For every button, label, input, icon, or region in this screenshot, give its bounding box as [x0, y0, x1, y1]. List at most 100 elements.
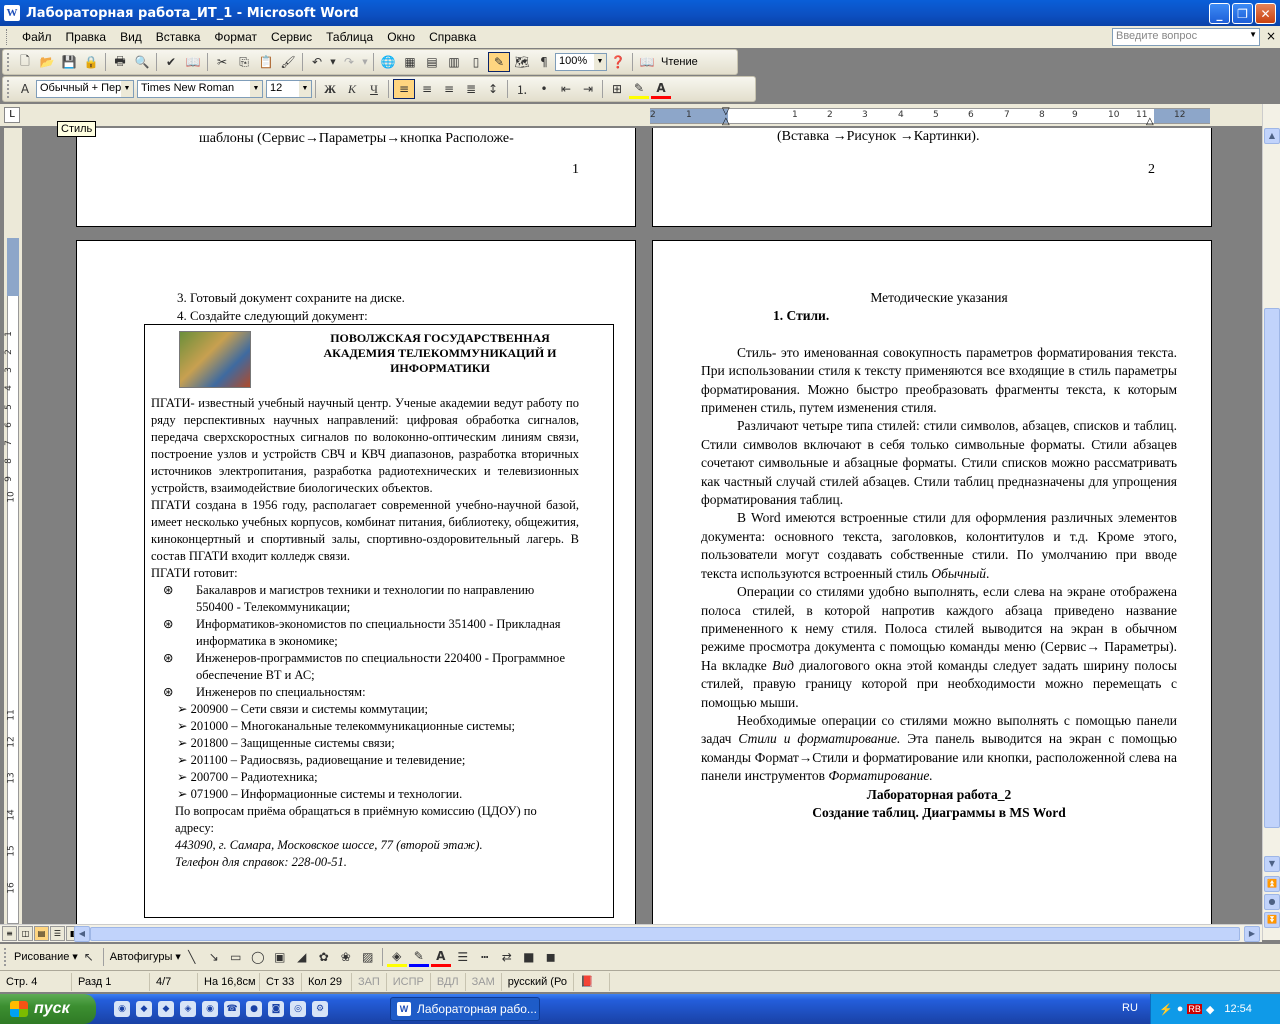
scroll-up-icon[interactable]: ▲: [1264, 128, 1280, 144]
numbering-icon[interactable]: ⒈: [512, 79, 532, 99]
quicklaunch-app-icon[interactable]: ◎: [290, 1001, 306, 1017]
insert-table-icon[interactable]: ▤: [422, 52, 442, 72]
borders-icon[interactable]: ⊞: [607, 79, 627, 99]
quicklaunch-app-icon[interactable]: ◉: [202, 1001, 218, 1017]
minimize-button[interactable]: _: [1209, 3, 1230, 24]
redo-icon[interactable]: ↷: [339, 52, 359, 72]
font-combo[interactable]: Times New Roman ▼: [137, 80, 263, 98]
close-button[interactable]: ✕: [1255, 3, 1276, 24]
start-button[interactable]: пуск: [0, 994, 96, 1024]
prev-page-icon[interactable]: ⏫: [1264, 876, 1280, 892]
status-extend[interactable]: ВДЛ: [431, 972, 466, 991]
horizontal-ruler[interactable]: 2 1 1 2 3 4 5 6 7 8 9 10 11 12 ▽ △ △: [650, 106, 1210, 127]
status-language[interactable]: русский (Ро: [502, 972, 574, 991]
select-objects-icon[interactable]: ↖: [79, 947, 99, 967]
redo-dropdown-icon[interactable]: ▼: [361, 52, 369, 72]
tray-icon[interactable]: ⚡: [1159, 1003, 1173, 1016]
status-track[interactable]: ИСПР: [387, 972, 431, 991]
horizontal-scrollbar[interactable]: ≡ ◫ ▤ ☰ ◧ ◀ ▶: [0, 924, 1262, 942]
menu-tools[interactable]: Сервис: [264, 28, 319, 46]
line-spacing-icon[interactable]: ↕: [483, 79, 503, 99]
print-preview-icon[interactable]: 🔍: [132, 52, 152, 72]
font-color-draw-icon[interactable]: A: [430, 947, 451, 967]
web-view-icon[interactable]: ◫: [18, 926, 33, 941]
dash-style-icon[interactable]: ┅: [475, 947, 495, 967]
zoom-dropdown-icon[interactable]: ▼: [594, 54, 606, 70]
maximize-button[interactable]: ❐: [1232, 3, 1253, 24]
cut-icon[interactable]: ✂: [212, 52, 232, 72]
right-indent-icon[interactable]: △: [1146, 116, 1154, 127]
document-area[interactable]: шаблоны (Сервис→Параметры→кнопка Располо…: [24, 128, 1262, 924]
print-icon[interactable]: 🖶: [110, 52, 130, 72]
save-icon[interactable]: 💾: [59, 52, 79, 72]
quicklaunch-app-icon[interactable]: ◙: [268, 1001, 284, 1017]
help-icon[interactable]: ❓: [608, 52, 628, 72]
arrow-icon[interactable]: ↘: [204, 947, 224, 967]
vertical-scroll-thumb[interactable]: [1264, 308, 1280, 828]
quicklaunch-app-icon[interactable]: ◆: [158, 1001, 174, 1017]
scroll-right-icon[interactable]: ▶: [1244, 926, 1260, 942]
highlight-icon[interactable]: ✎: [629, 79, 649, 99]
arrow-style-icon[interactable]: ⇄: [497, 947, 517, 967]
browse-object-icon[interactable]: ●: [1264, 894, 1280, 910]
rectangle-icon[interactable]: ▭: [226, 947, 246, 967]
toolbar-grip[interactable]: [4, 948, 7, 966]
justify-icon[interactable]: ≣: [461, 79, 481, 99]
wordart-icon[interactable]: ◢: [292, 947, 312, 967]
styles-formatting-icon[interactable]: A: [15, 79, 35, 99]
picture-icon[interactable]: ▨: [358, 947, 378, 967]
vertical-scrollbar[interactable]: ▲ ▼ ⏫ ● ⏬: [1262, 104, 1280, 940]
hanging-indent-icon[interactable]: △: [722, 116, 730, 127]
tab-selector-icon[interactable]: L: [4, 107, 20, 123]
hyperlink-icon[interactable]: 🌐: [378, 52, 398, 72]
size-dropdown-icon[interactable]: ▼: [299, 81, 311, 97]
quicklaunch-app-icon[interactable]: ⚙: [312, 1001, 328, 1017]
document-close-icon[interactable]: ×: [1266, 29, 1276, 43]
columns-icon[interactable]: ▯: [466, 52, 486, 72]
line-color-icon[interactable]: ✎: [408, 947, 429, 967]
drawing-icon[interactable]: ✎: [488, 52, 510, 72]
line-icon[interactable]: ╲: [182, 947, 202, 967]
read-icon[interactable]: 📖: [637, 52, 657, 72]
quicklaunch-app-icon[interactable]: ●: [246, 1001, 262, 1017]
taskbar-word-button[interactable]: W Лабораторная рабо...: [390, 997, 540, 1021]
autoshapes-dropdown-icon[interactable]: ▼: [175, 953, 180, 961]
menu-file[interactable]: Файл: [15, 28, 59, 46]
toolbar-grip[interactable]: [7, 80, 10, 98]
scroll-left-icon[interactable]: ◀: [74, 926, 90, 942]
page-3[interactable]: 3. Готовый документ сохраните на диске. …: [76, 240, 636, 924]
language-indicator[interactable]: RU: [1122, 1002, 1138, 1014]
page-4[interactable]: Методические указания 1. Стили. Стиль- э…: [652, 240, 1212, 924]
style-combo[interactable]: Обычный + Пер ▼: [36, 80, 134, 98]
shadow-icon[interactable]: ■: [519, 947, 539, 967]
3d-icon[interactable]: ◼: [541, 947, 561, 967]
word-app-icon[interactable]: W: [4, 5, 20, 21]
undo-dropdown-icon[interactable]: ▼: [329, 52, 337, 72]
fill-color-icon[interactable]: ◈: [386, 947, 407, 967]
quicklaunch-app-icon[interactable]: ◆: [136, 1001, 152, 1017]
quicklaunch-app-icon[interactable]: ◈: [180, 1001, 196, 1017]
quicklaunch-app-icon[interactable]: ☎: [224, 1001, 240, 1017]
paste-icon[interactable]: 📋: [256, 52, 276, 72]
read-button[interactable]: Чтение: [658, 56, 701, 68]
menu-window[interactable]: Окно: [380, 28, 422, 46]
show-hide-icon[interactable]: ¶: [534, 52, 554, 72]
draw-menu-button[interactable]: Рисование: [11, 951, 72, 963]
align-center-icon[interactable]: ≡: [417, 79, 437, 99]
document-map-icon[interactable]: 🗺: [512, 52, 532, 72]
menu-table[interactable]: Таблица: [319, 28, 380, 46]
scroll-down-icon[interactable]: ▼: [1264, 856, 1280, 872]
autoshapes-button[interactable]: Автофигуры: [107, 951, 176, 963]
tray-icon[interactable]: RB: [1187, 1004, 1202, 1014]
toolbar-grip[interactable]: [7, 53, 10, 71]
align-left-icon[interactable]: ≡: [393, 79, 415, 99]
font-dropdown-icon[interactable]: ▼: [250, 81, 262, 97]
status-overtype[interactable]: ЗАМ: [466, 972, 502, 991]
bullets-icon[interactable]: •: [534, 79, 554, 99]
format-painter-icon[interactable]: 🖌: [278, 52, 298, 72]
zoom-combo[interactable]: 100% ▼: [555, 53, 607, 71]
font-color-icon[interactable]: A: [651, 79, 671, 99]
menu-help[interactable]: Справка: [422, 28, 483, 46]
copy-icon[interactable]: ⎘: [234, 52, 254, 72]
spelling-icon[interactable]: ✔: [161, 52, 181, 72]
